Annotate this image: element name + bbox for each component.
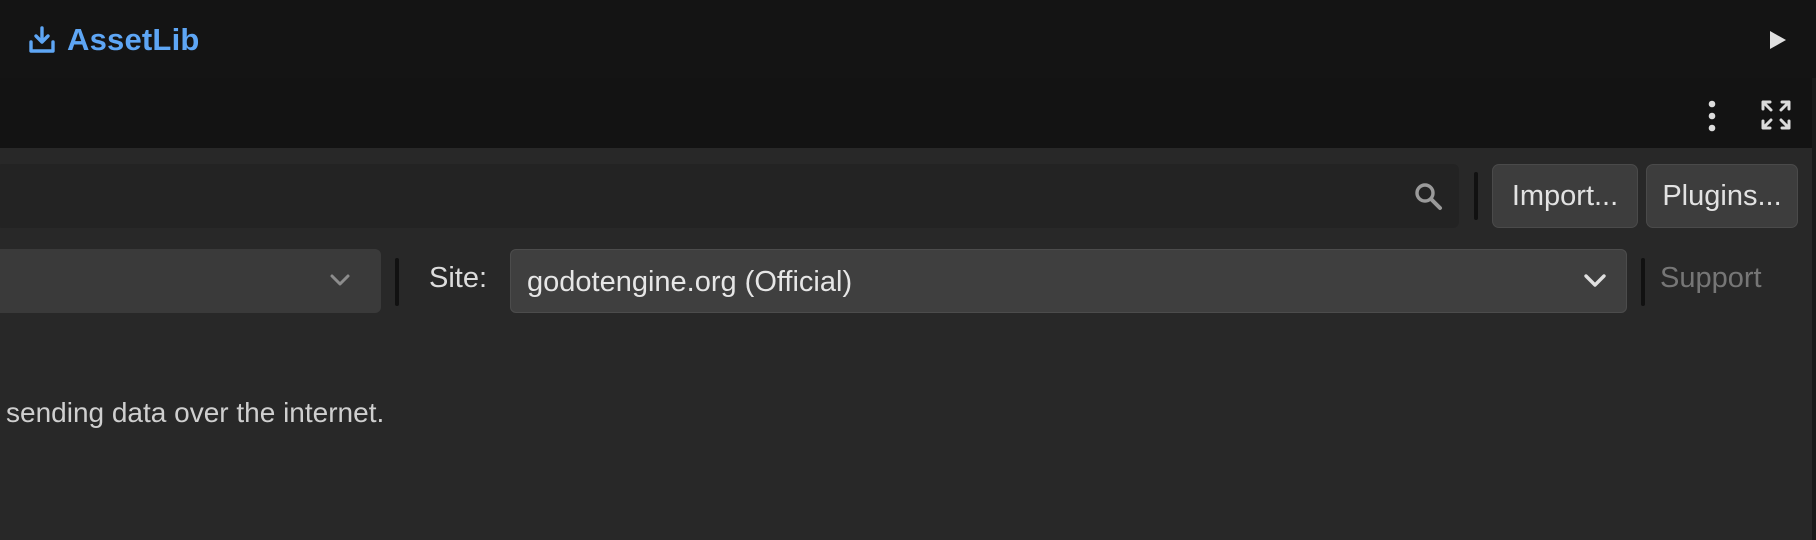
chevron-down-icon [330,274,350,286]
search-input[interactable] [0,164,1414,230]
filter-dropdown[interactable] [0,249,381,313]
plugins-button[interactable]: Plugins... [1646,164,1798,228]
separator [1474,172,1478,220]
scrollbar-edge [1812,78,1816,540]
site-select[interactable]: godotengine.org (Official) [510,249,1627,313]
import-button[interactable]: Import... [1492,164,1638,228]
download-icon [29,26,55,53]
site-select-value: godotengine.org (Official) [527,266,853,298]
separator [395,258,399,306]
tab-assetlib[interactable]: AssetLib [27,20,200,60]
fullscreen-icon [1761,100,1791,130]
search-icon[interactable] [1413,181,1443,211]
chevron-down-icon [1584,274,1606,287]
play-icon [1770,31,1786,49]
kebab-menu-icon [1708,100,1716,132]
distraction-free-button[interactable] [1760,99,1792,131]
plugins-button-label: Plugins... [1662,179,1782,212]
support-button[interactable]: Support [1660,262,1762,295]
separator [1641,258,1645,306]
play-button[interactable] [1765,28,1789,52]
main-screen-bar: AssetLib [0,0,1816,78]
tab-assetlib-label: AssetLib [67,22,200,57]
editor-toolbar [0,78,1816,148]
internet-notice-text: sending data over the internet. [6,397,385,428]
asset-library-window: AssetLib Import... Plugins... Site: godo… [0,0,1816,540]
import-button-label: Import... [1511,179,1619,212]
search-box [0,164,1459,230]
more-options-button[interactable] [1700,98,1724,134]
site-label: Site: [429,262,488,294]
